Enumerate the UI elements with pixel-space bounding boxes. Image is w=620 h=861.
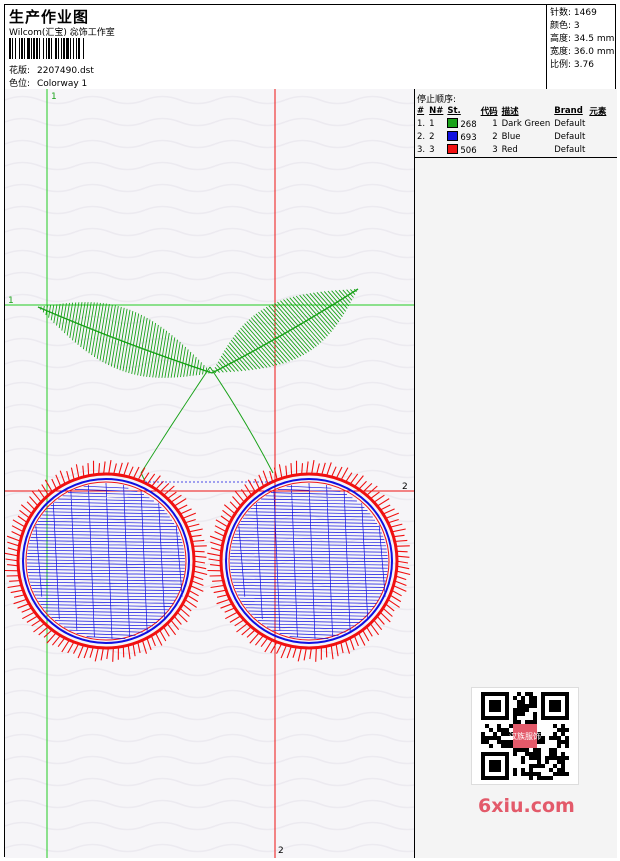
stat-scale: 比例: 3.76 [550,60,594,70]
color-swatch [447,117,459,128]
qr-code-image: 汉族服饰 [481,692,569,780]
sheet-header: 生产作业图 Wilcom(汇宝) 惢饰工作室 花版: 2207490.dst 色位… [5,5,617,90]
table-row: 1. 1 268 1 Dark Green Default [417,117,586,130]
stop-table-header: # N# St. 代码 描述 Brand 元素 [416,104,609,117]
barcode [9,38,149,59]
stat-colors: 颜色: 3 [550,21,580,31]
stat-width: 宽度: 36.0 mm [550,47,615,57]
stop-panel-divider [415,157,617,158]
production-sheet: 生产作业图 Wilcom(汇宝) 惢饰工作室 花版: 2207490.dst 色位… [4,4,617,858]
stop-sequence-table: # N# St. 代码 描述 Brand 元素 1. 1 268 1 Dark … [416,104,609,156]
green-guide-top-label: 1 [51,92,57,102]
col-num: # [417,105,425,116]
canvas-texture [5,89,414,858]
green-guide-left-label: 1 [8,296,14,306]
col-description: 描述 [501,106,519,117]
embroidery-canvas: 1 1 2 2 [5,89,415,858]
stat-stitches: 针数: 1469 [550,8,597,18]
col-code: 代码 [480,106,498,117]
col-stitches: St. [447,105,461,116]
design-file-value: 2207490.dst [37,66,94,76]
design-file-label: 花版: [9,66,31,76]
qr-code: 汉族服饰 [471,687,579,785]
col-brand: Brand [554,105,583,116]
color-swatch [447,130,459,141]
design-file-line: 花版: 2207490.dst [9,63,94,76]
stat-height: 高度: 34.5 mm [550,34,615,44]
design-stats: 针数: 1469 颜色: 3 高度: 34.5 mm 宽度: 36.0 mm 比… [550,7,614,72]
red-guide-right-label: 2 [402,482,408,492]
watermark-logo: 6xiu.com [478,795,575,817]
col-element: 元素 [589,106,607,117]
col-n: N# [429,105,444,116]
header-info-panel: 生产作业图 Wilcom(汇宝) 惢饰工作室 花版: 2207490.dst 色位… [5,5,547,89]
color-swatch [447,143,459,154]
table-row: 3. 3 506 3 Red Default [417,143,586,156]
table-row: 2. 2 693 2 Blue Default [417,130,586,143]
red-guide-bottom-label: 2 [278,846,284,856]
colorway-line: 色位: Colorway 1 [9,76,87,89]
company-name: Wilcom(汇宝) 惢饰工作室 [9,28,115,38]
svg-text:汉族服饰: 汉族服饰 [509,731,541,741]
sheet-title: 生产作业图 [9,8,90,26]
colorway-label: 色位: [9,79,31,89]
embroidery-drawing [5,89,414,858]
colorway-value: Colorway 1 [37,79,88,89]
